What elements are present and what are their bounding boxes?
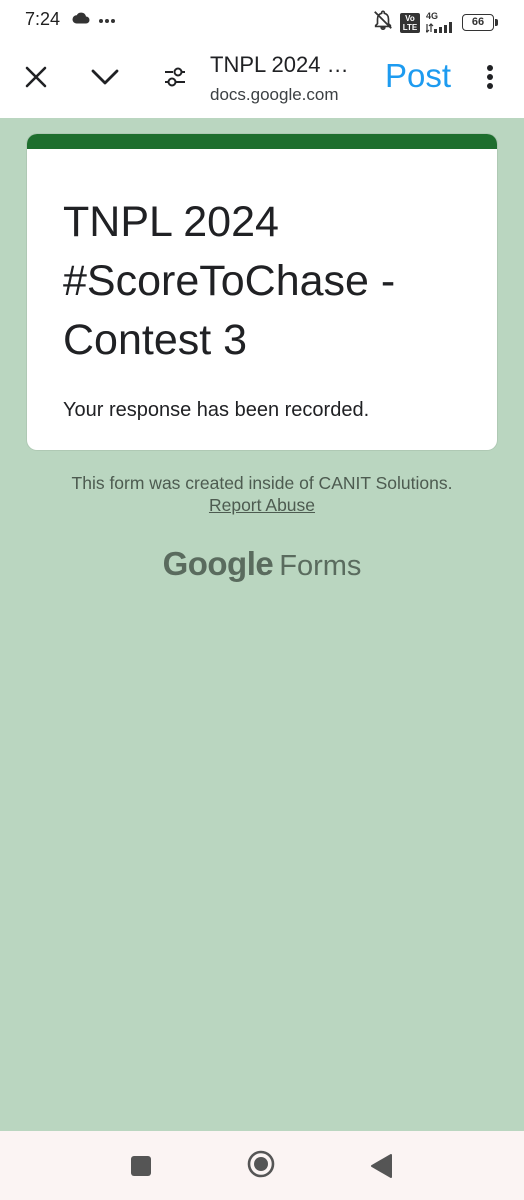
site-settings-button[interactable] xyxy=(157,59,193,99)
close-button[interactable] xyxy=(16,59,56,99)
post-button[interactable]: Post xyxy=(385,57,451,95)
page-url: docs.google.com xyxy=(210,85,339,104)
volte-icon: Vo LTE xyxy=(400,12,420,33)
form-created-note: This form was created inside of CANIT So… xyxy=(71,473,453,493)
status-bar: 7:24 Vo LTE 4G 66 xyxy=(0,0,524,40)
brand-google-text: Google xyxy=(162,545,274,582)
status-right-icons: Vo LTE 4G 66 xyxy=(372,9,498,36)
form-title: TNPL 2024 #ScoreToChase - Contest 3 xyxy=(63,193,467,370)
page-title: TNPL 2024 … xyxy=(210,52,349,77)
collapse-button[interactable] xyxy=(84,59,126,99)
status-left-icons xyxy=(72,11,116,29)
bell-off-icon xyxy=(372,9,394,36)
recents-square-icon[interactable] xyxy=(131,1156,151,1176)
browser-app-bar: TNPL 2024 … docs.google.com Post xyxy=(0,40,524,118)
system-navigation-bar xyxy=(0,1131,524,1200)
close-icon xyxy=(25,66,47,93)
tune-icon xyxy=(163,66,187,93)
more-vert-icon xyxy=(486,64,494,95)
chevron-down-icon xyxy=(91,69,119,90)
report-abuse-link[interactable]: Report Abuse xyxy=(209,495,315,515)
response-recorded-message: Your response has been recorded. xyxy=(63,399,370,421)
google-forms-logo[interactable]: Google Forms xyxy=(0,545,524,583)
form-title-line: #ScoreToChase - xyxy=(63,257,396,305)
overflow-menu-button[interactable] xyxy=(476,59,504,99)
signal-icon: 4G xyxy=(426,12,456,33)
battery-icon: 66 xyxy=(462,14,498,31)
form-confirmation-card: TNPL 2024 #ScoreToChase - Contest 3 Your… xyxy=(27,134,497,450)
more-dots-icon xyxy=(98,11,116,29)
network-type: 4G xyxy=(426,11,439,21)
form-title-line: TNPL 2024 xyxy=(63,198,279,246)
status-time: 7:24 xyxy=(25,9,61,29)
cloud-icon xyxy=(72,11,90,29)
back-triangle-icon[interactable] xyxy=(369,1153,393,1179)
form-title-line: Contest 3 xyxy=(63,316,248,364)
card-accent-bar xyxy=(27,134,497,149)
brand-forms-text: Forms xyxy=(279,550,362,582)
home-circle-icon[interactable] xyxy=(247,1150,275,1178)
report-abuse-row: Report Abuse xyxy=(0,495,524,516)
